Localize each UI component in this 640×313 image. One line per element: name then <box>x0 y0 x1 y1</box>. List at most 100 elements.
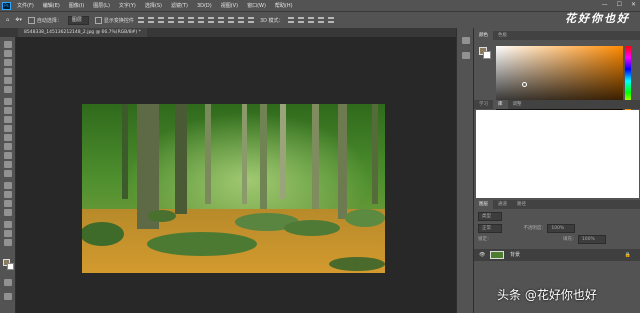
window-controls: — ☐ ✕ <box>602 1 636 8</box>
tab-swatches[interactable]: 色板 <box>493 31 512 40</box>
eyedropper-icon[interactable] <box>4 98 12 105</box>
menu-help[interactable]: 帮助(H) <box>275 2 293 9</box>
3d-pan-icon[interactable] <box>307 17 314 23</box>
brush-icon[interactable] <box>4 116 12 123</box>
blend-row: 正常 不透明度： 100% <box>478 224 576 233</box>
tab-paths[interactable]: 路径 <box>512 200 531 209</box>
crop-icon[interactable] <box>4 77 12 84</box>
watermark: 头条 @花好你也好 <box>497 288 597 302</box>
maximize-icon[interactable]: ☐ <box>617 1 622 8</box>
move-icon[interactable] <box>4 41 12 48</box>
quick-mask-icon[interactable] <box>4 279 12 286</box>
menu-layer[interactable]: 图层(L) <box>93 2 110 9</box>
lock-row: 锁定： 填充： 100% <box>478 235 606 244</box>
options-bar: ⌂ ✥▾ 自动选择： 图层 显示变换控件 3D 模式： 花好你也好 <box>0 11 640 28</box>
pen-icon[interactable] <box>4 182 12 189</box>
tab-libraries[interactable]: 库 <box>493 100 508 109</box>
menu-window[interactable]: 窗口(W) <box>247 2 266 9</box>
menu-image[interactable]: 图像(I) <box>69 2 84 9</box>
tab-adjustments[interactable]: 调整 <box>508 100 527 109</box>
healing-icon[interactable] <box>4 107 12 114</box>
align-bottom-icon[interactable] <box>187 17 194 23</box>
hand-icon[interactable] <box>4 221 12 228</box>
distribute-right-icon[interactable] <box>247 17 254 23</box>
color-panel-tabs: 颜色 色板 <box>474 31 640 40</box>
transform-controls-label: 显示变换控件 <box>103 17 134 24</box>
tools-panel <box>0 37 16 313</box>
menu-type[interactable]: 文字(Y) <box>119 2 136 9</box>
distribute-top-icon[interactable] <box>197 17 204 23</box>
menu-select[interactable]: 选择(S) <box>145 2 162 9</box>
brand-overlay: 花好你也好 <box>565 12 630 25</box>
align-top-icon[interactable] <box>167 17 174 23</box>
menu-3d[interactable]: 3D(D) <box>197 3 212 9</box>
forest-photo <box>82 104 385 273</box>
menu-edit[interactable]: 编辑(E) <box>43 2 60 9</box>
menu-bar: Ps 文件(F) 编辑(E) 图像(I) 图层(L) 文字(Y) 选择(S) 滤… <box>0 0 640 11</box>
opacity-field[interactable]: 100% <box>547 224 576 233</box>
path-select-icon[interactable] <box>4 200 12 207</box>
color-panel-background[interactable] <box>483 51 491 59</box>
3d-scale-icon[interactable] <box>327 17 334 23</box>
zoom-icon[interactable] <box>4 230 12 237</box>
menu-filter[interactable]: 滤镜(T) <box>171 2 188 9</box>
shape-icon[interactable] <box>4 209 12 216</box>
stamp-icon[interactable] <box>4 125 12 132</box>
layer-filter-row: 类型 <box>478 212 502 221</box>
background-color-swatch[interactable] <box>7 263 14 270</box>
close-icon[interactable]: ✕ <box>631 1 636 8</box>
align-right-icon[interactable] <box>157 17 164 23</box>
screen-mode-icon[interactable] <box>4 293 12 300</box>
libraries-panel-content <box>476 110 639 198</box>
visibility-eye-icon[interactable]: 👁 <box>479 249 485 261</box>
menu-view[interactable]: 视图(V) <box>221 2 238 9</box>
lasso-icon[interactable] <box>4 59 12 66</box>
history-panel-icon[interactable] <box>462 37 470 44</box>
adjustments-panel-icon[interactable] <box>462 52 470 59</box>
tab-learn[interactable]: 学习 <box>474 100 493 109</box>
3d-roll-icon[interactable] <box>297 17 304 23</box>
dodge-icon[interactable] <box>4 170 12 177</box>
tab-color[interactable]: 颜色 <box>474 31 493 40</box>
distribute-bottom-icon[interactable] <box>217 17 224 23</box>
history-brush-icon[interactable] <box>4 134 12 141</box>
distribute-middle-icon[interactable] <box>207 17 214 23</box>
right-panel-dock: 颜色 色板 学习库调整 图层 通道 路径 类型 正常 不透明度： 100% 锁定： 填… <box>473 28 640 313</box>
magic-wand-icon[interactable] <box>4 68 12 75</box>
align-middle-icon[interactable] <box>177 17 184 23</box>
fill-field[interactable]: 100% <box>577 235 606 244</box>
3d-mode-label: 3D 模式： <box>259 17 284 24</box>
more-tools-icon[interactable] <box>4 239 12 246</box>
transform-controls-checkbox[interactable] <box>94 16 102 24</box>
3d-orbit-icon[interactable] <box>287 17 294 23</box>
align-center-icon[interactable] <box>147 17 154 23</box>
minimize-icon[interactable]: — <box>602 1 608 8</box>
layer-kind-filter[interactable]: 类型 <box>478 212 502 221</box>
type-icon[interactable] <box>4 191 12 198</box>
home-icon[interactable]: ⌂ <box>6 17 9 23</box>
3d-slide-icon[interactable] <box>317 17 324 23</box>
document-tab[interactable]: 8548338_145136212148_2.jpg @ 66.7%(RGB/8… <box>18 28 147 37</box>
color-picker-cursor[interactable] <box>522 82 527 87</box>
tab-layers[interactable]: 图层 <box>474 200 493 209</box>
distribute-left-icon[interactable] <box>227 17 234 23</box>
marquee-icon[interactable] <box>4 50 12 57</box>
distribute-center-icon[interactable] <box>237 17 244 23</box>
blend-mode-select[interactable]: 正常 <box>478 224 502 233</box>
gradient-icon[interactable] <box>4 152 12 159</box>
frame-icon[interactable] <box>4 86 12 93</box>
auto-select-checkbox[interactable] <box>27 16 35 24</box>
eraser-icon[interactable] <box>4 143 12 150</box>
opacity-label: 不透明度： <box>523 226 546 231</box>
align-left-icon[interactable] <box>137 17 144 23</box>
document-image[interactable] <box>82 104 385 273</box>
auto-select-dropdown[interactable]: 图层 <box>67 15 89 25</box>
move-tool-preset-icon[interactable]: ✥▾ <box>15 17 22 23</box>
auto-select-label: 自动选择： <box>36 17 62 24</box>
blur-icon[interactable] <box>4 161 12 168</box>
library-panel-tabs: 学习库调整 <box>474 100 640 109</box>
auto-select-group: 自动选择： <box>27 16 62 24</box>
tab-channels[interactable]: 通道 <box>493 200 512 209</box>
menu-file[interactable]: 文件(F) <box>17 2 34 9</box>
layer-thumbnail <box>490 251 504 259</box>
